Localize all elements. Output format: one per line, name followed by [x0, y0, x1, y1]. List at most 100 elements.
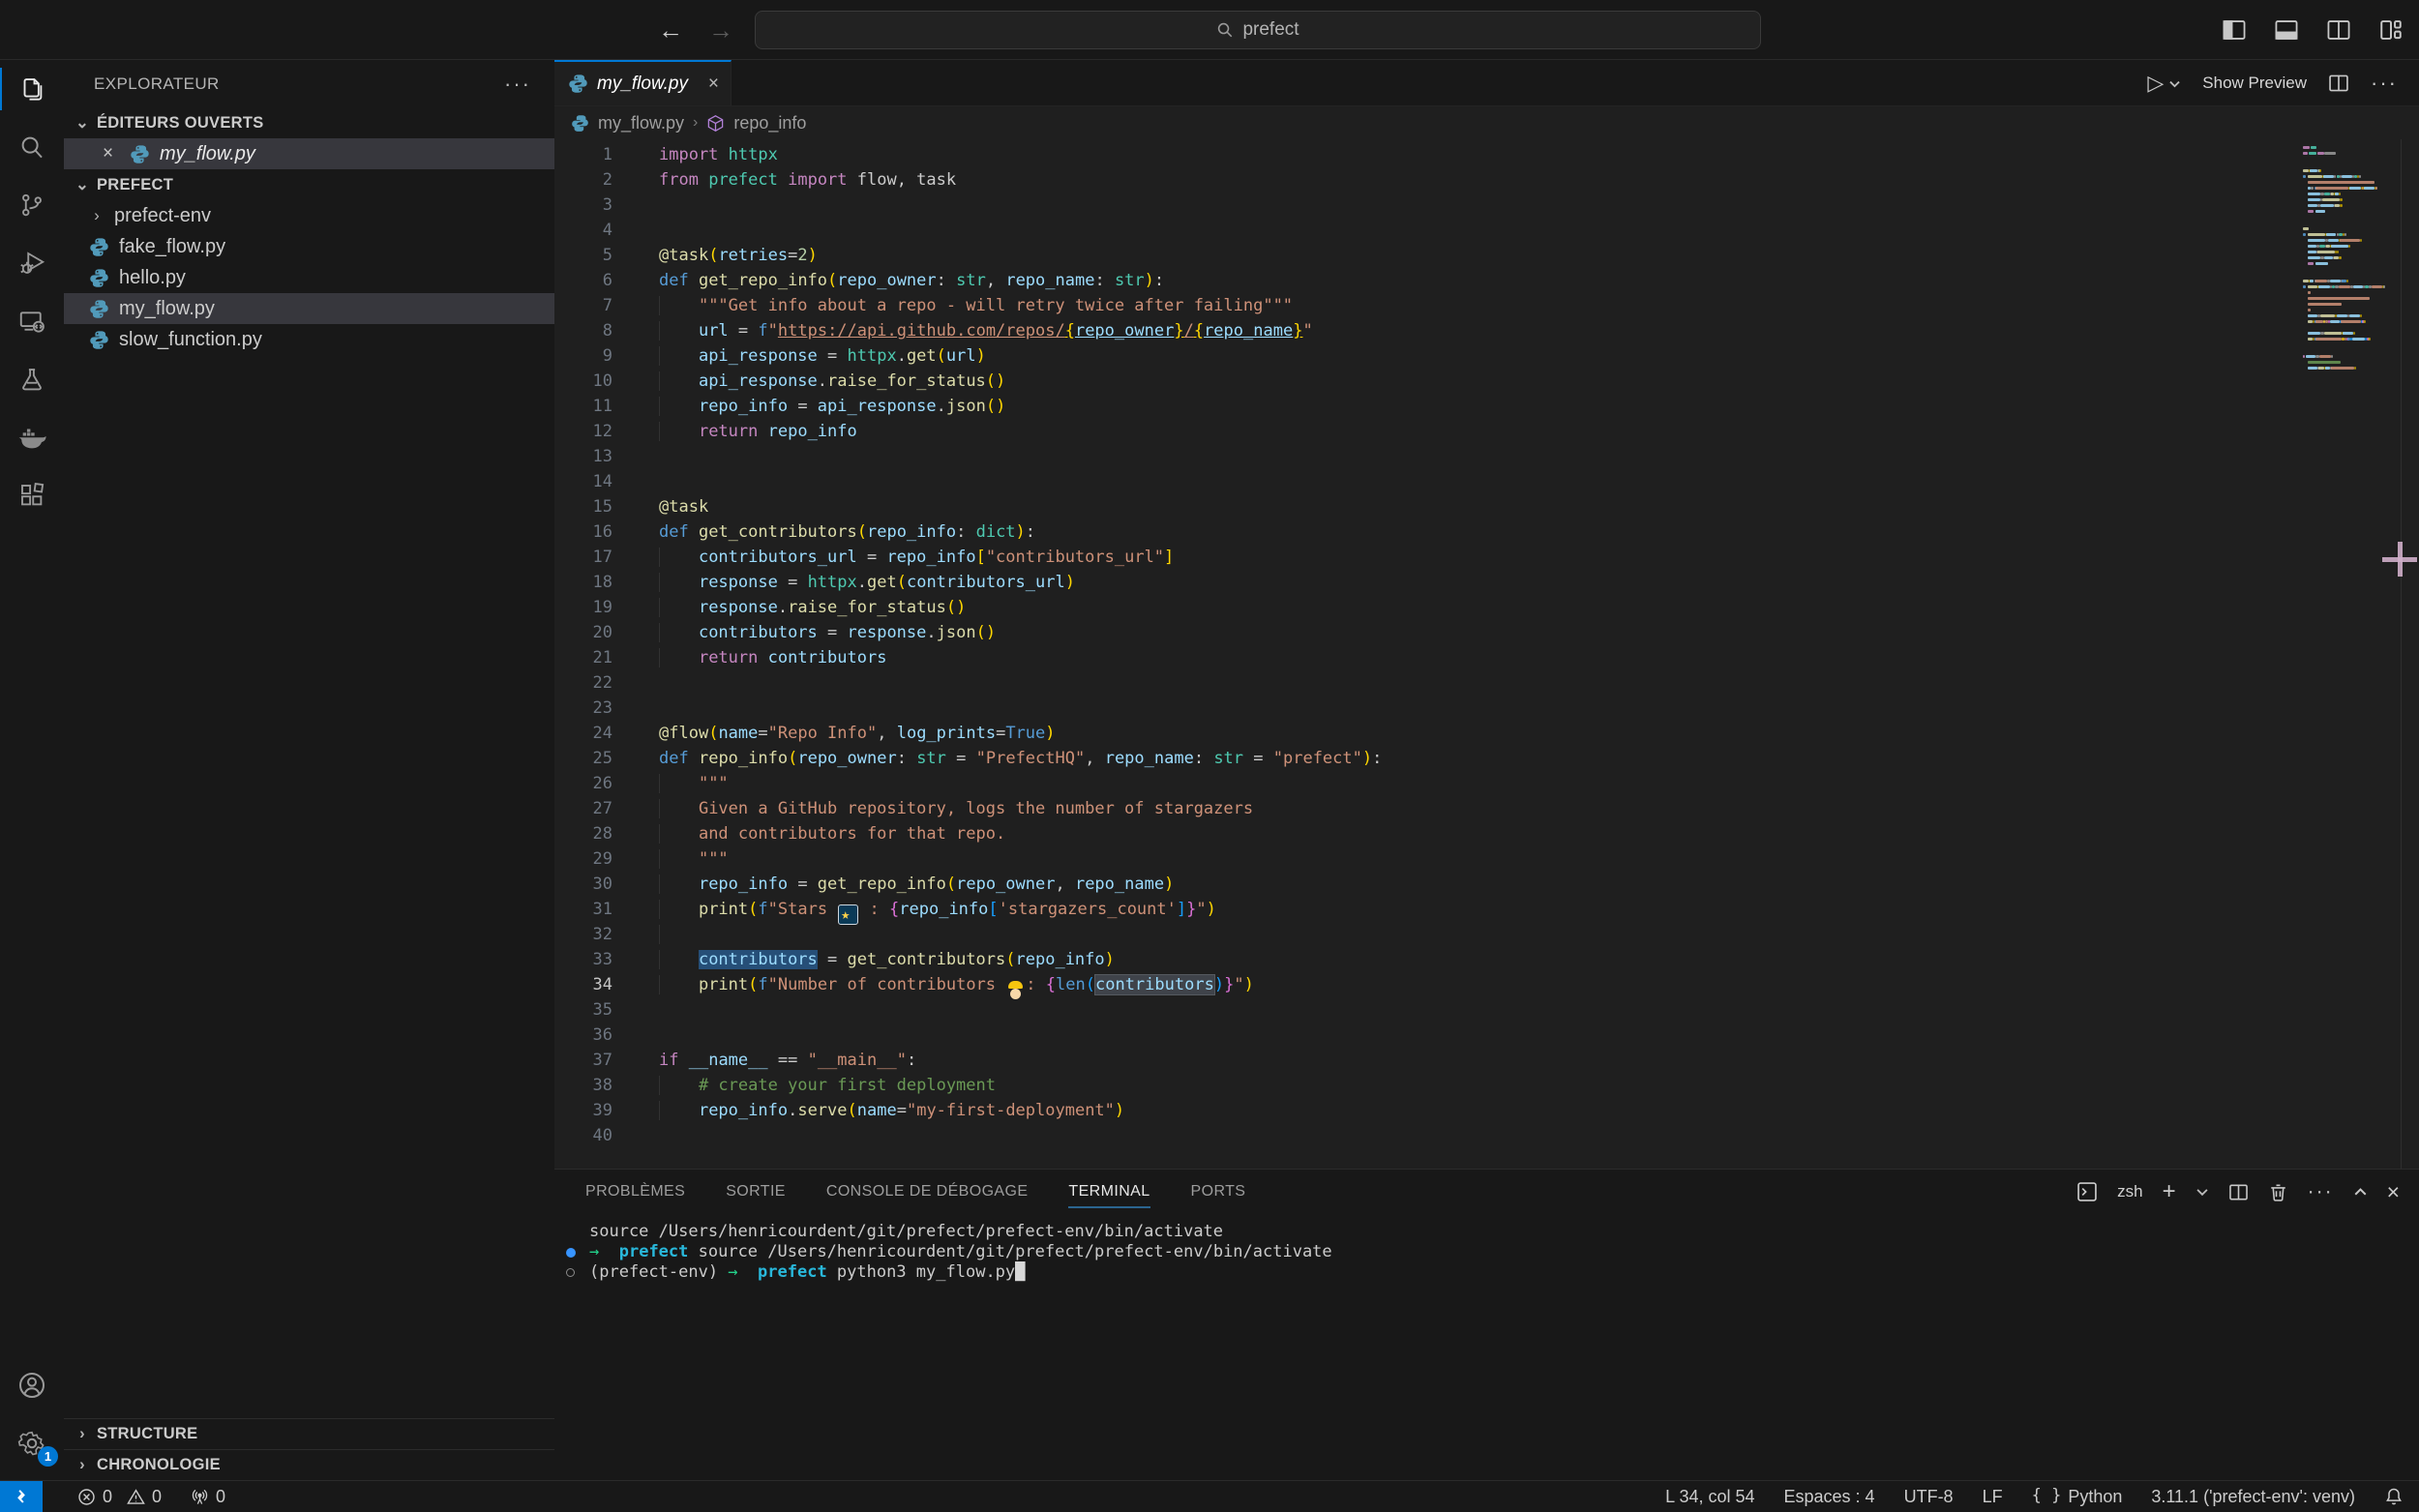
line-number[interactable]: 17	[554, 545, 612, 570]
line-number[interactable]: 34	[554, 972, 612, 997]
split-editor-icon[interactable]	[2328, 73, 2349, 94]
line-number[interactable]: 13	[554, 444, 612, 469]
file-tree-item[interactable]: hello.py	[64, 262, 554, 293]
code-line[interactable]: 30 repo_info = get_repo_info(repo_owner,…	[554, 872, 2419, 897]
breadcrumb[interactable]: my_flow.py › repo_info	[554, 106, 2419, 139]
command-decoration-icon[interactable]	[564, 1242, 589, 1262]
line-number[interactable]: 3	[554, 193, 612, 218]
line-number[interactable]: 33	[554, 947, 612, 972]
line-number[interactable]: 18	[554, 570, 612, 595]
code-line[interactable]: 15@task	[554, 494, 2419, 519]
terminal-output[interactable]: source /Users/henricourdent/git/prefect/…	[554, 1214, 2419, 1480]
line-number[interactable]: 22	[554, 670, 612, 696]
line-number[interactable]: 36	[554, 1023, 612, 1048]
code-line[interactable]: 26 """	[554, 771, 2419, 796]
line-number[interactable]: 20	[554, 620, 612, 645]
activity-extensions[interactable]	[0, 466, 64, 524]
code-editor[interactable]: 1import httpx2from prefect import flow, …	[554, 139, 2419, 1169]
breadcrumb-file[interactable]: my_flow.py	[598, 113, 684, 133]
code-line[interactable]: 11 repo_info = api_response.json()	[554, 394, 2419, 419]
line-number[interactable]: 21	[554, 645, 612, 670]
line-number[interactable]: 4	[554, 218, 612, 243]
nav-forward-icon[interactable]: →	[708, 15, 733, 45]
maximize-panel-icon[interactable]	[2353, 1185, 2368, 1200]
code-line[interactable]: 23	[554, 696, 2419, 721]
editor-more-actions-icon[interactable]: ···	[2371, 71, 2398, 96]
code-line[interactable]: 31 print(f"Stars 🌟 : {repo_info['stargaz…	[554, 897, 2419, 922]
code-line[interactable]: 5@task(retries=2)	[554, 243, 2419, 268]
code-line[interactable]: 4	[554, 218, 2419, 243]
section-timeline[interactable]: › CHRONOLOGIE	[64, 1449, 554, 1480]
code-line[interactable]: 29 """	[554, 846, 2419, 872]
line-number[interactable]: 39	[554, 1098, 612, 1123]
line-number[interactable]: 9	[554, 343, 612, 369]
code-line[interactable]: 21 return contributors	[554, 645, 2419, 670]
panel-tab-probl-mes[interactable]: PROBLÈMES	[585, 1170, 685, 1214]
code-line[interactable]: 18 response = httpx.get(contributors_url…	[554, 570, 2419, 595]
run-button[interactable]: ▷	[2147, 71, 2181, 96]
section-project[interactable]: ⌄ PREFECT	[64, 169, 554, 200]
panel-tab-sortie[interactable]: SORTIE	[726, 1170, 786, 1214]
code-line[interactable]: 13	[554, 444, 2419, 469]
indentation[interactable]: Espaces : 4	[1784, 1487, 1875, 1507]
line-number[interactable]: 24	[554, 721, 612, 746]
code-line[interactable]: 37if __name__ == "__main__":	[554, 1048, 2419, 1073]
split-terminal-icon[interactable]	[2228, 1182, 2249, 1202]
toggle-sidebar-icon[interactable]	[2222, 17, 2247, 43]
code-line[interactable]: 36	[554, 1023, 2419, 1048]
line-number[interactable]: 10	[554, 369, 612, 394]
toggle-panel-icon[interactable]	[2274, 17, 2299, 43]
line-number[interactable]: 12	[554, 419, 612, 444]
file-tree-item[interactable]: my_flow.py	[64, 293, 554, 324]
code-line[interactable]: 14	[554, 469, 2419, 494]
code-line[interactable]: 8 url = f"https://api.github.com/repos/{…	[554, 318, 2419, 343]
code-line[interactable]: 28 and contributors for that repo.	[554, 821, 2419, 846]
activity-settings[interactable]: 1	[0, 1414, 64, 1472]
file-tree-item[interactable]: slow_function.py	[64, 324, 554, 355]
code-line[interactable]: 35	[554, 997, 2419, 1023]
line-number[interactable]: 5	[554, 243, 612, 268]
code-line[interactable]: 39 repo_info.serve(name="my-first-deploy…	[554, 1098, 2419, 1123]
show-preview-button[interactable]: Show Preview	[2202, 74, 2307, 93]
command-decoration-icon[interactable]	[564, 1262, 589, 1283]
activity-search[interactable]	[0, 118, 64, 176]
line-number[interactable]: 19	[554, 595, 612, 620]
code-line[interactable]: 40	[554, 1123, 2419, 1148]
line-number[interactable]: 31	[554, 897, 612, 922]
breadcrumb-symbol[interactable]: repo_info	[733, 113, 806, 133]
encoding[interactable]: UTF-8	[1904, 1487, 1954, 1507]
line-number[interactable]: 23	[554, 696, 612, 721]
line-number[interactable]: 6	[554, 268, 612, 293]
line-number[interactable]: 15	[554, 494, 612, 519]
code-line[interactable]: 33 contributors = get_contributors(repo_…	[554, 947, 2419, 972]
shell-label[interactable]: zsh	[2117, 1182, 2142, 1201]
cursor-position[interactable]: L 34, col 54	[1665, 1487, 1754, 1507]
code-line[interactable]: 3	[554, 193, 2419, 218]
eol-sequence[interactable]: LF	[1983, 1487, 2003, 1507]
tab-my-flow[interactable]: my_flow.py ×	[554, 60, 732, 105]
terminal-dropdown-icon[interactable]	[2195, 1185, 2209, 1199]
code-line[interactable]: 19 response.raise_for_status()	[554, 595, 2419, 620]
language-mode[interactable]: { } Python	[2032, 1487, 2123, 1507]
line-number[interactable]: 26	[554, 771, 612, 796]
remote-indicator[interactable]	[0, 1481, 43, 1512]
code-line[interactable]: 16def get_contributors(repo_info: dict):	[554, 519, 2419, 545]
line-number[interactable]: 16	[554, 519, 612, 545]
line-number[interactable]: 27	[554, 796, 612, 821]
file-tree-item[interactable]: ›prefect-env	[64, 200, 554, 231]
line-number[interactable]: 40	[554, 1123, 612, 1148]
minimap[interactable]	[2303, 145, 2400, 377]
line-number[interactable]: 38	[554, 1073, 612, 1098]
command-center-search[interactable]: prefect	[755, 11, 1761, 49]
code-line[interactable]: 25def repo_info(repo_owner: str = "Prefe…	[554, 746, 2419, 771]
line-number[interactable]: 11	[554, 394, 612, 419]
problems-status[interactable]: 0 0	[77, 1487, 162, 1507]
notifications-bell-icon[interactable]	[2384, 1487, 2404, 1506]
line-number[interactable]: 32	[554, 922, 612, 947]
line-number[interactable]: 35	[554, 997, 612, 1023]
section-structure[interactable]: › STRUCTURE	[64, 1418, 554, 1449]
code-line[interactable]: 24@flow(name="Repo Info", log_prints=Tru…	[554, 721, 2419, 746]
open-editor-item[interactable]: ×my_flow.py	[64, 138, 554, 169]
code-line[interactable]: 10 api_response.raise_for_status()	[554, 369, 2419, 394]
panel-tab-console-de-d-bogage[interactable]: CONSOLE DE DÉBOGAGE	[826, 1170, 1029, 1214]
